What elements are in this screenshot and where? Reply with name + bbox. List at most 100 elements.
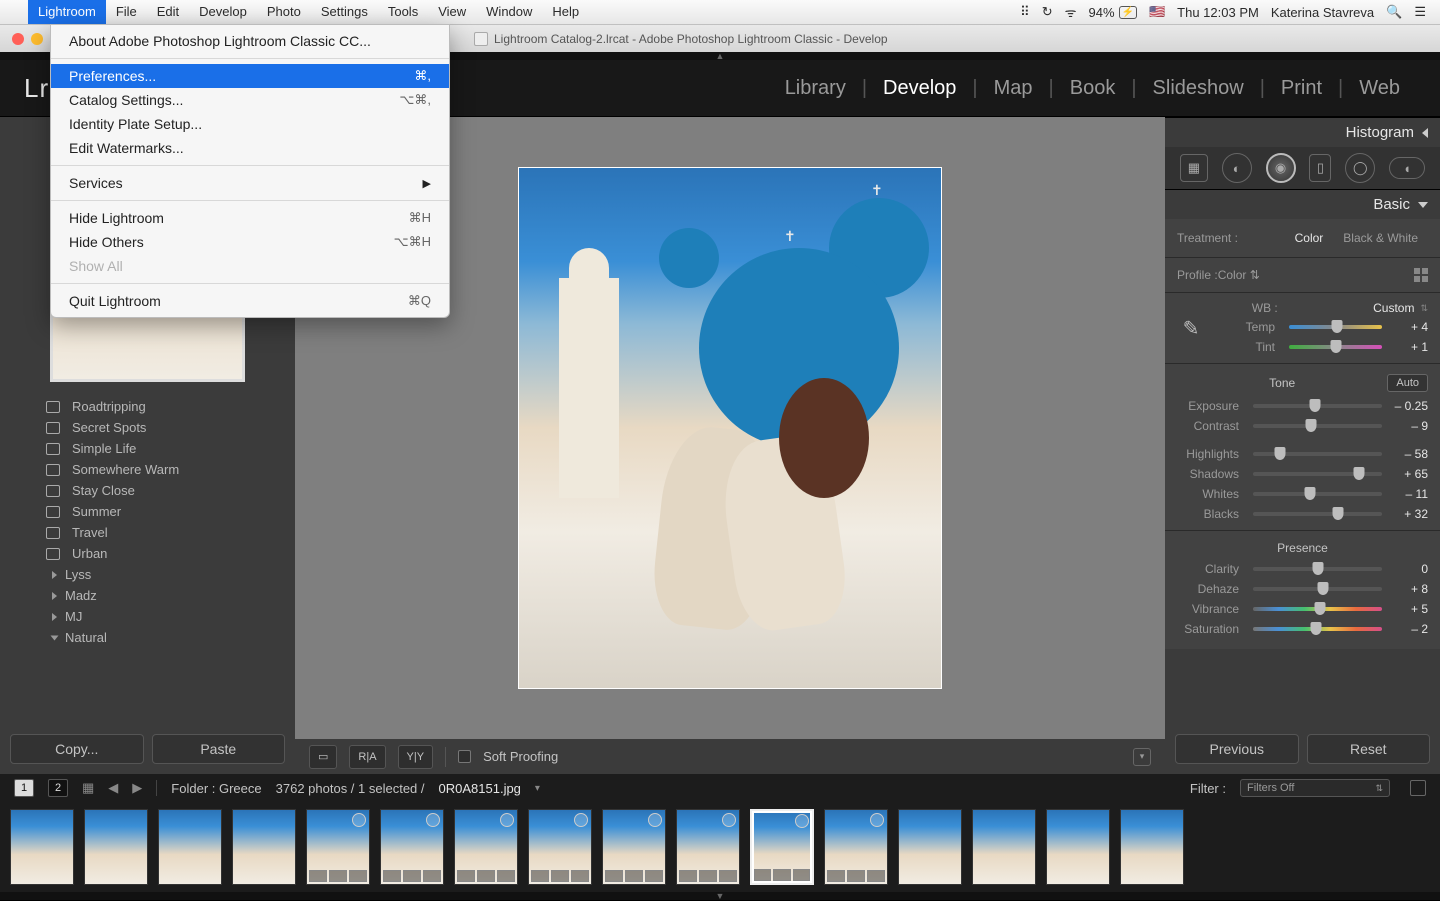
menu-edit-watermarks[interactable]: Edit Watermarks... xyxy=(51,136,449,160)
menu-quit[interactable]: Quit Lightroom⌘Q xyxy=(51,289,449,313)
menu-catalog-settings[interactable]: Catalog Settings...⌥⌘, xyxy=(51,88,449,112)
paste-settings-button[interactable]: Paste xyxy=(152,734,286,764)
shadows-value[interactable]: + 65 xyxy=(1388,467,1428,481)
module-library[interactable]: Library xyxy=(769,77,862,100)
graduated-filter-tool[interactable]: ▯ xyxy=(1309,154,1331,182)
menu-hide-others[interactable]: Hide Others⌥⌘H xyxy=(51,230,449,254)
filmstrip[interactable] xyxy=(0,802,1440,892)
blacks-value[interactable]: + 32 xyxy=(1388,507,1428,521)
module-map[interactable]: Map xyxy=(978,77,1049,100)
tint-value[interactable]: + 1 xyxy=(1388,340,1428,354)
menu-edit[interactable]: Edit xyxy=(147,0,189,24)
saturation-slider[interactable] xyxy=(1253,621,1382,637)
clarity-slider[interactable] xyxy=(1253,561,1382,577)
highlights-slider[interactable] xyxy=(1253,446,1382,462)
menu-file[interactable]: File xyxy=(106,0,147,24)
prev-photo-icon[interactable]: ◀ xyxy=(108,780,118,796)
module-develop[interactable]: Develop xyxy=(867,77,972,100)
temp-value[interactable]: + 4 xyxy=(1388,320,1428,334)
saturation-value[interactable]: – 2 xyxy=(1388,622,1428,636)
treatment-color[interactable]: Color xyxy=(1285,229,1334,247)
menu-about[interactable]: About Adobe Photoshop Lightroom Classic … xyxy=(51,29,449,53)
module-web[interactable]: Web xyxy=(1343,77,1416,100)
treatment-bw[interactable]: Black & White xyxy=(1333,229,1428,247)
input-source-flag[interactable]: 🇺🇸 xyxy=(1149,4,1165,20)
contrast-slider[interactable] xyxy=(1253,418,1382,434)
vibrance-value[interactable]: + 5 xyxy=(1388,602,1428,616)
soft-proofing-checkbox[interactable] xyxy=(458,750,471,763)
list-item[interactable]: Roadtripping xyxy=(0,396,295,417)
list-item[interactable]: Secret Spots xyxy=(0,417,295,438)
notification-center-icon[interactable]: ☰ xyxy=(1414,4,1426,20)
reset-button[interactable]: Reset xyxy=(1307,734,1431,764)
shadows-slider[interactable] xyxy=(1253,466,1382,482)
menu-window[interactable]: Window xyxy=(476,0,542,24)
menu-develop[interactable]: Develop xyxy=(189,0,257,24)
main-window-button[interactable]: 1 xyxy=(14,779,34,797)
dehaze-slider[interactable] xyxy=(1253,581,1382,597)
module-slideshow[interactable]: Slideshow xyxy=(1137,77,1260,100)
next-photo-icon[interactable]: ▶ xyxy=(132,780,142,796)
contrast-value[interactable]: – 9 xyxy=(1388,419,1428,433)
preset-group[interactable]: Natural xyxy=(0,627,295,648)
loupe-view-button[interactable]: ▭ xyxy=(309,745,337,769)
crop-tool[interactable]: ▦ xyxy=(1180,154,1208,182)
temp-slider[interactable] xyxy=(1289,319,1382,335)
user-name[interactable]: Katerina Stavreva xyxy=(1271,5,1374,20)
auto-tone-button[interactable]: Auto xyxy=(1387,374,1428,392)
filmstrip-thumb[interactable] xyxy=(1046,809,1110,885)
filmstrip-thumb[interactable] xyxy=(454,809,518,885)
spot-removal-tool[interactable]: ◐ xyxy=(1222,153,1252,183)
filmstrip-thumb[interactable] xyxy=(528,809,592,885)
filmstrip-thumb[interactable] xyxy=(10,809,74,885)
wb-select[interactable]: Custom xyxy=(1373,301,1414,315)
clarity-value[interactable]: 0 xyxy=(1388,562,1428,576)
filter-lock-icon[interactable] xyxy=(1410,780,1426,796)
list-item[interactable]: Summer xyxy=(0,501,295,522)
filmstrip-thumb[interactable] xyxy=(380,809,444,885)
profile-select[interactable]: Color xyxy=(1218,268,1247,282)
filter-preset-select[interactable]: Filters Off⇅ xyxy=(1240,779,1390,797)
minimize-window-button[interactable] xyxy=(31,33,43,45)
filmstrip-thumb[interactable] xyxy=(1120,809,1184,885)
filmstrip-thumb[interactable] xyxy=(306,809,370,885)
preset-folder-list[interactable]: Roadtripping Secret Spots Simple Life So… xyxy=(0,392,295,724)
redeye-tool[interactable]: ◉ xyxy=(1266,153,1296,183)
dropbox-icon[interactable]: ⠿ xyxy=(1020,4,1030,20)
menu-services[interactable]: Services▶ xyxy=(51,171,449,195)
basic-panel-header[interactable]: Basic xyxy=(1165,190,1440,219)
menu-tools[interactable]: Tools xyxy=(378,0,428,24)
exposure-value[interactable]: – 0.25 xyxy=(1388,399,1428,413)
toolbar-options-dropdown[interactable]: ▾ xyxy=(1133,748,1151,766)
menu-hide-lightroom[interactable]: Hide Lightroom⌘H xyxy=(51,206,449,230)
list-item[interactable]: Somewhere Warm xyxy=(0,459,295,480)
filmstrip-thumb[interactable] xyxy=(750,809,814,885)
spotlight-icon[interactable]: 🔍 xyxy=(1386,4,1402,20)
exposure-slider[interactable] xyxy=(1253,398,1382,414)
menu-help[interactable]: Help xyxy=(542,0,589,24)
clock[interactable]: Thu 12:03 PM xyxy=(1177,5,1259,20)
highlights-value[interactable]: – 58 xyxy=(1388,447,1428,461)
radial-filter-tool[interactable]: ◯ xyxy=(1345,153,1375,183)
list-item[interactable]: Urban xyxy=(0,543,295,564)
tint-slider[interactable] xyxy=(1289,339,1382,355)
menu-preferences[interactable]: Preferences...⌘, xyxy=(51,64,449,88)
whites-slider[interactable] xyxy=(1253,486,1382,502)
preset-group[interactable]: MJ xyxy=(0,606,295,627)
preset-group[interactable]: Lyss xyxy=(0,564,295,585)
previous-button[interactable]: Previous xyxy=(1175,734,1299,764)
menu-photo[interactable]: Photo xyxy=(257,0,311,24)
filmstrip-thumb[interactable] xyxy=(602,809,666,885)
grid-view-icon[interactable]: ▦ xyxy=(82,780,94,796)
list-item[interactable]: Stay Close xyxy=(0,480,295,501)
before-after-ra-button[interactable]: R|A xyxy=(349,745,385,769)
filmstrip-thumb[interactable] xyxy=(824,809,888,885)
folder-breadcrumb[interactable]: Folder : Greece xyxy=(171,781,261,796)
filmstrip-thumb[interactable] xyxy=(84,809,148,885)
before-after-yy-button[interactable]: Y|Y xyxy=(398,745,434,769)
dehaze-value[interactable]: + 8 xyxy=(1388,582,1428,596)
second-window-button[interactable]: 2 xyxy=(48,779,68,797)
adjustment-brush-tool[interactable]: ◖ xyxy=(1389,157,1425,179)
bottom-panel-collapse[interactable]: ▼ xyxy=(0,892,1440,900)
white-balance-dropper-icon[interactable]: ✎ xyxy=(1177,311,1205,345)
